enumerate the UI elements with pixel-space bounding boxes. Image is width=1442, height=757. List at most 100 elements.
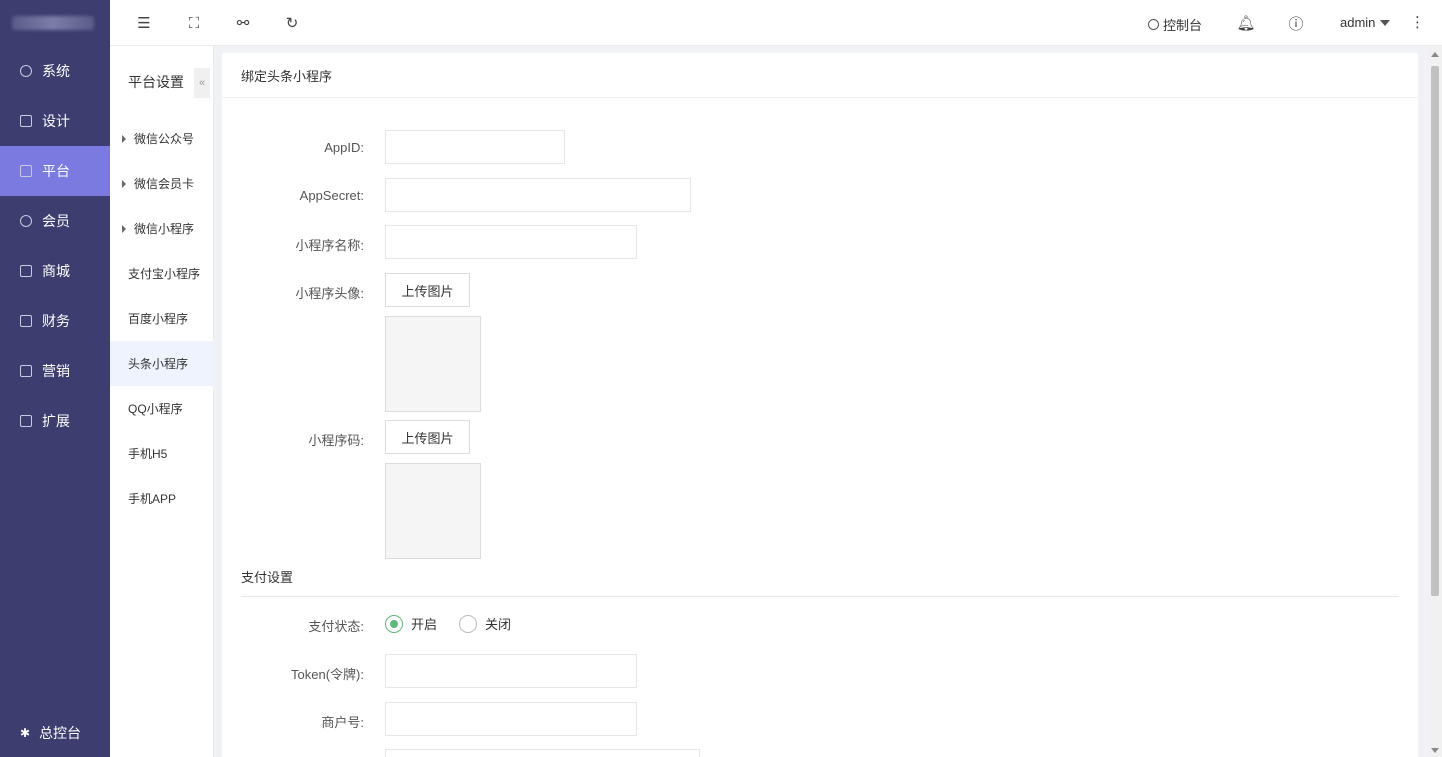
console-link[interactable]: 控制台 — [1148, 15, 1202, 34]
sidebar-item-label: 系统 — [42, 63, 70, 79]
caret-right-icon — [122, 224, 126, 233]
sidebar-item-2[interactable]: 平台 — [0, 146, 110, 196]
more-vertical-icon[interactable]: ⋮ — [1410, 13, 1425, 31]
menu-toggle-icon[interactable]: ☰ — [135, 14, 153, 32]
merchant-field[interactable] — [385, 702, 637, 736]
divider — [241, 596, 1399, 597]
sidebar-item-4[interactable]: 商城 — [0, 246, 110, 296]
yen-icon — [20, 315, 32, 327]
submenu-item-3[interactable]: 支付宝小程序 — [110, 251, 214, 296]
gear-icon: ✱ — [20, 726, 31, 740]
submenu-item-4[interactable]: 百度小程序 — [110, 296, 214, 341]
chevron-down-icon — [1380, 19, 1391, 26]
console-label: 控制台 — [1163, 18, 1203, 33]
submenu-item-1[interactable]: 微信会员卡 — [110, 161, 214, 206]
pay-off-label: 关闭 — [485, 617, 512, 632]
pay-on-label: 开启 — [411, 617, 438, 632]
sidebar-item-label: 扩展 — [42, 413, 70, 429]
avatar-label: 小程序头像: — [295, 286, 364, 301]
scroll-thumb[interactable] — [1431, 66, 1439, 596]
submenu-item-2[interactable]: 微信小程序 — [110, 206, 214, 251]
sidebar-footer-label: 总控台 — [39, 725, 82, 741]
sidebar-item-5[interactable]: 财务 — [0, 296, 110, 346]
radio-checked-icon — [385, 614, 403, 633]
link-icon[interactable]: ⚯ — [234, 14, 252, 32]
sidebar-item-master-console[interactable]: ✱ 总控台 — [0, 723, 110, 743]
submenu-item-label: 微信小程序 — [134, 222, 195, 236]
main-sidebar: 系统设计平台会员商城财务营销扩展 ✱ 总控台 — [0, 0, 110, 757]
globe-icon — [1148, 19, 1159, 30]
monitor-icon — [20, 165, 32, 177]
bell-icon[interactable]: 🔔︎ — [1236, 14, 1255, 32]
collapse-icon[interactable]: « — [194, 68, 210, 98]
caret-right-icon — [122, 134, 126, 143]
appid-label: AppID: — [324, 140, 364, 155]
submenu-item-5[interactable]: 头条小程序 — [110, 341, 214, 386]
submenu-item-8[interactable]: 手机APP — [110, 476, 214, 521]
submenu-item-label: 微信公众号 — [134, 132, 195, 146]
sidebar-item-label: 平台 — [42, 163, 70, 179]
help-icon[interactable]: ⓘ — [1287, 14, 1305, 33]
qrcode-preview — [385, 463, 481, 559]
fullscreen-icon[interactable]: ⛶ — [185, 14, 203, 32]
sidebar-item-label: 商城 — [42, 263, 70, 279]
upload-avatar-button[interactable]: 上传图片 — [385, 273, 470, 307]
token-field[interactable] — [385, 654, 637, 688]
sidebar-item-1[interactable]: 设计 — [0, 96, 110, 146]
user-icon — [20, 215, 32, 227]
submenu-item-0[interactable]: 微信公众号 — [110, 116, 214, 161]
submenu-item-label: 百度小程序 — [128, 312, 189, 326]
mini-program-name-label: 小程序名称: — [295, 238, 364, 253]
pay-status-label: 支付状态: — [308, 619, 364, 634]
sidebar-item-7[interactable]: 扩展 — [0, 396, 110, 446]
token-label: Token(令牌): — [291, 667, 364, 682]
qrcode-label: 小程序码: — [308, 433, 364, 448]
secondary-menu: 平台设置 « 微信公众号微信会员卡微信小程序支付宝小程序 百度小程序头条小程序 QQ… — [110, 46, 214, 757]
merchant-label: 商户号: — [321, 715, 364, 730]
pay-on-radio[interactable]: 开启 — [385, 614, 437, 633]
refresh-icon[interactable]: ↻ — [283, 14, 301, 32]
appsecret-field[interactable] — [385, 178, 691, 212]
pay-settings-heading: 支付设置 — [241, 570, 294, 585]
sidebar-item-3[interactable]: 会员 — [0, 196, 110, 246]
sidebar-item-label: 营销 — [42, 363, 70, 379]
main-panel: 绑定头条小程序 AppID: AppSecret: 小程序名称: 小程序头像: … — [222, 53, 1418, 757]
scroll-up-icon[interactable] — [1431, 52, 1439, 57]
upload-qrcode-button[interactable]: 上传图片 — [385, 420, 470, 454]
sidebar-nav: 系统设计平台会员商城财务营销扩展 — [0, 46, 110, 446]
submenu-item-label: 头条小程序 — [128, 357, 189, 371]
user-menu[interactable]: admin — [1340, 15, 1391, 30]
next-field[interactable] — [385, 749, 700, 757]
grid-icon — [20, 415, 32, 427]
submenu-item-label: 手机H5 — [128, 447, 168, 461]
sidebar-item-label: 财务 — [42, 313, 70, 329]
mini-program-name-field[interactable] — [385, 225, 637, 259]
submenu-item-label: QQ小程序 — [128, 402, 183, 416]
shop-icon — [20, 265, 32, 277]
submenu-item-label: 微信会员卡 — [134, 177, 195, 191]
monitor-icon — [20, 115, 32, 127]
sidebar-item-label: 设计 — [42, 113, 70, 129]
sidebar-item-6[interactable]: 营销 — [0, 346, 110, 396]
submenu-item-label: 支付宝小程序 — [128, 267, 201, 281]
submenu-item-6[interactable]: QQ小程序 — [110, 386, 214, 431]
submenu-item-7[interactable]: 手机H5 — [110, 431, 214, 476]
scrollbar[interactable] — [1428, 46, 1442, 757]
logo[interactable] — [0, 0, 110, 46]
blurred-logo — [12, 16, 94, 30]
radio-unchecked-icon — [459, 614, 477, 633]
top-bar: ☰ ⛶ ⚯ ↻ 控制台 🔔︎ ⓘ admin ⋮ — [110, 0, 1442, 46]
appsecret-label: AppSecret: — [299, 188, 364, 203]
sidebar-item-0[interactable]: 系统 — [0, 46, 110, 96]
panel-title: 绑定头条小程序 — [222, 53, 1418, 98]
pay-off-radio[interactable]: 关闭 — [459, 614, 511, 633]
avatar-preview — [385, 316, 481, 412]
caret-right-icon — [122, 179, 126, 188]
appid-field[interactable] — [385, 130, 565, 164]
submenu-item-label: 手机APP — [128, 492, 177, 506]
submenu-title: 平台设置 — [128, 74, 184, 90]
gift-icon — [20, 365, 32, 377]
username: admin — [1340, 15, 1376, 30]
sidebar-item-label: 会员 — [42, 213, 70, 229]
scroll-down-icon[interactable] — [1431, 748, 1439, 753]
